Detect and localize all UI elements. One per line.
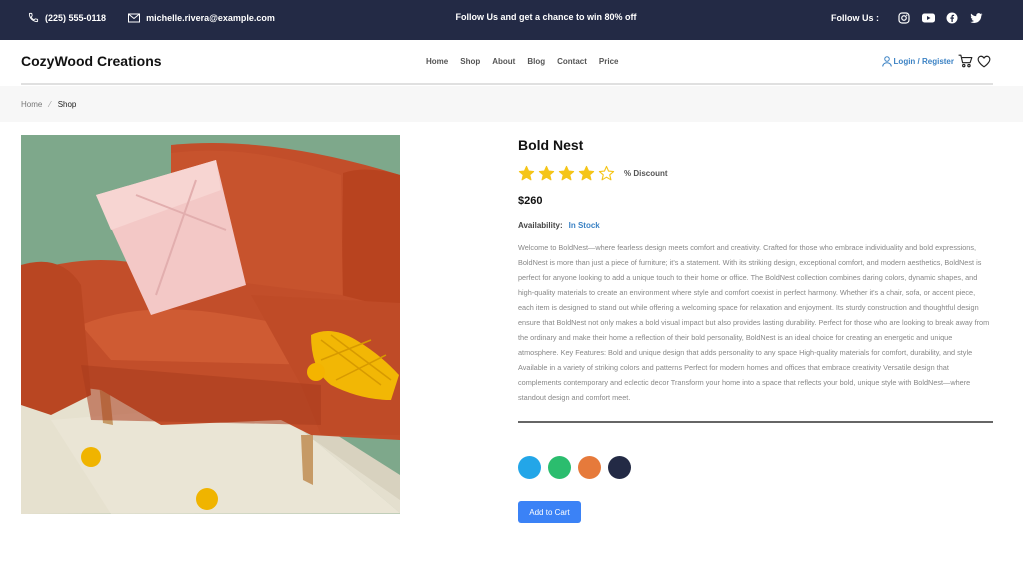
star-rating [518,165,618,182]
add-to-cart-button[interactable]: Add to Cart [518,501,581,523]
star-filled-icon [558,165,575,182]
availability-label: Availability: [518,221,563,230]
star-empty-icon [598,165,615,182]
login-register-link[interactable]: Login / Register [881,55,954,67]
color-swatch-1[interactable] [518,456,541,479]
user-icon [881,55,892,67]
star-filled-icon [538,165,555,182]
instagram-icon[interactable] [897,11,911,25]
details-divider [518,421,993,423]
main-navbar: CozyWood Creations Home Shop About Blog … [0,40,1023,85]
color-swatch-2[interactable] [548,456,571,479]
wishlist-heart-icon[interactable] [977,55,991,68]
top-bar: (225) 555-0118 michelle.rivera@example.c… [0,0,1023,40]
color-swatch-3[interactable] [578,456,601,479]
nav-menu: Home Shop About Blog Contact Price [426,57,630,66]
nav-link-shop[interactable]: Shop [460,57,480,66]
login-label: Login / Register [893,56,954,66]
nav-link-contact[interactable]: Contact [557,57,587,66]
nav-divider [21,83,993,85]
brand-logo[interactable]: CozyWood Creations [21,53,162,69]
breadcrumb: Home ⁄ Shop [21,100,76,109]
product-description: Welcome to BoldNest—where fearless desig… [518,243,990,402]
nav-link-about[interactable]: About [492,57,515,66]
twitter-icon[interactable] [969,11,983,25]
nav-link-blog[interactable]: Blog [527,57,545,66]
cart-icon[interactable] [958,54,973,68]
product-details: Bold Nest % Discount $260 Availability: … [518,135,993,523]
nav-link-price[interactable]: Price [599,57,619,66]
breadcrumb-home[interactable]: Home [21,100,42,109]
product-price: $260 [518,195,543,207]
product-title: Bold Nest [518,137,584,153]
follow-label: Follow Us : [831,13,879,23]
discount-label: % Discount [624,169,668,178]
breadcrumb-separator: ⁄ [49,100,51,109]
product-image[interactable] [21,135,400,514]
nav-actions: Login / Register [881,54,991,68]
star-filled-icon [578,165,595,182]
social-links: Follow Us : [831,11,983,25]
nav-link-home[interactable]: Home [426,57,448,66]
availability-status: In Stock [568,221,600,230]
rating-row: % Discount [518,165,993,182]
youtube-icon[interactable] [921,11,935,25]
breadcrumb-bar: Home ⁄ Shop [0,86,1023,122]
color-swatches [518,456,993,479]
availability: Availability: In Stock [518,221,993,230]
color-swatch-4[interactable] [608,456,631,479]
breadcrumb-current: Shop [57,100,77,109]
star-filled-icon [518,165,535,182]
facebook-icon[interactable] [945,11,959,25]
